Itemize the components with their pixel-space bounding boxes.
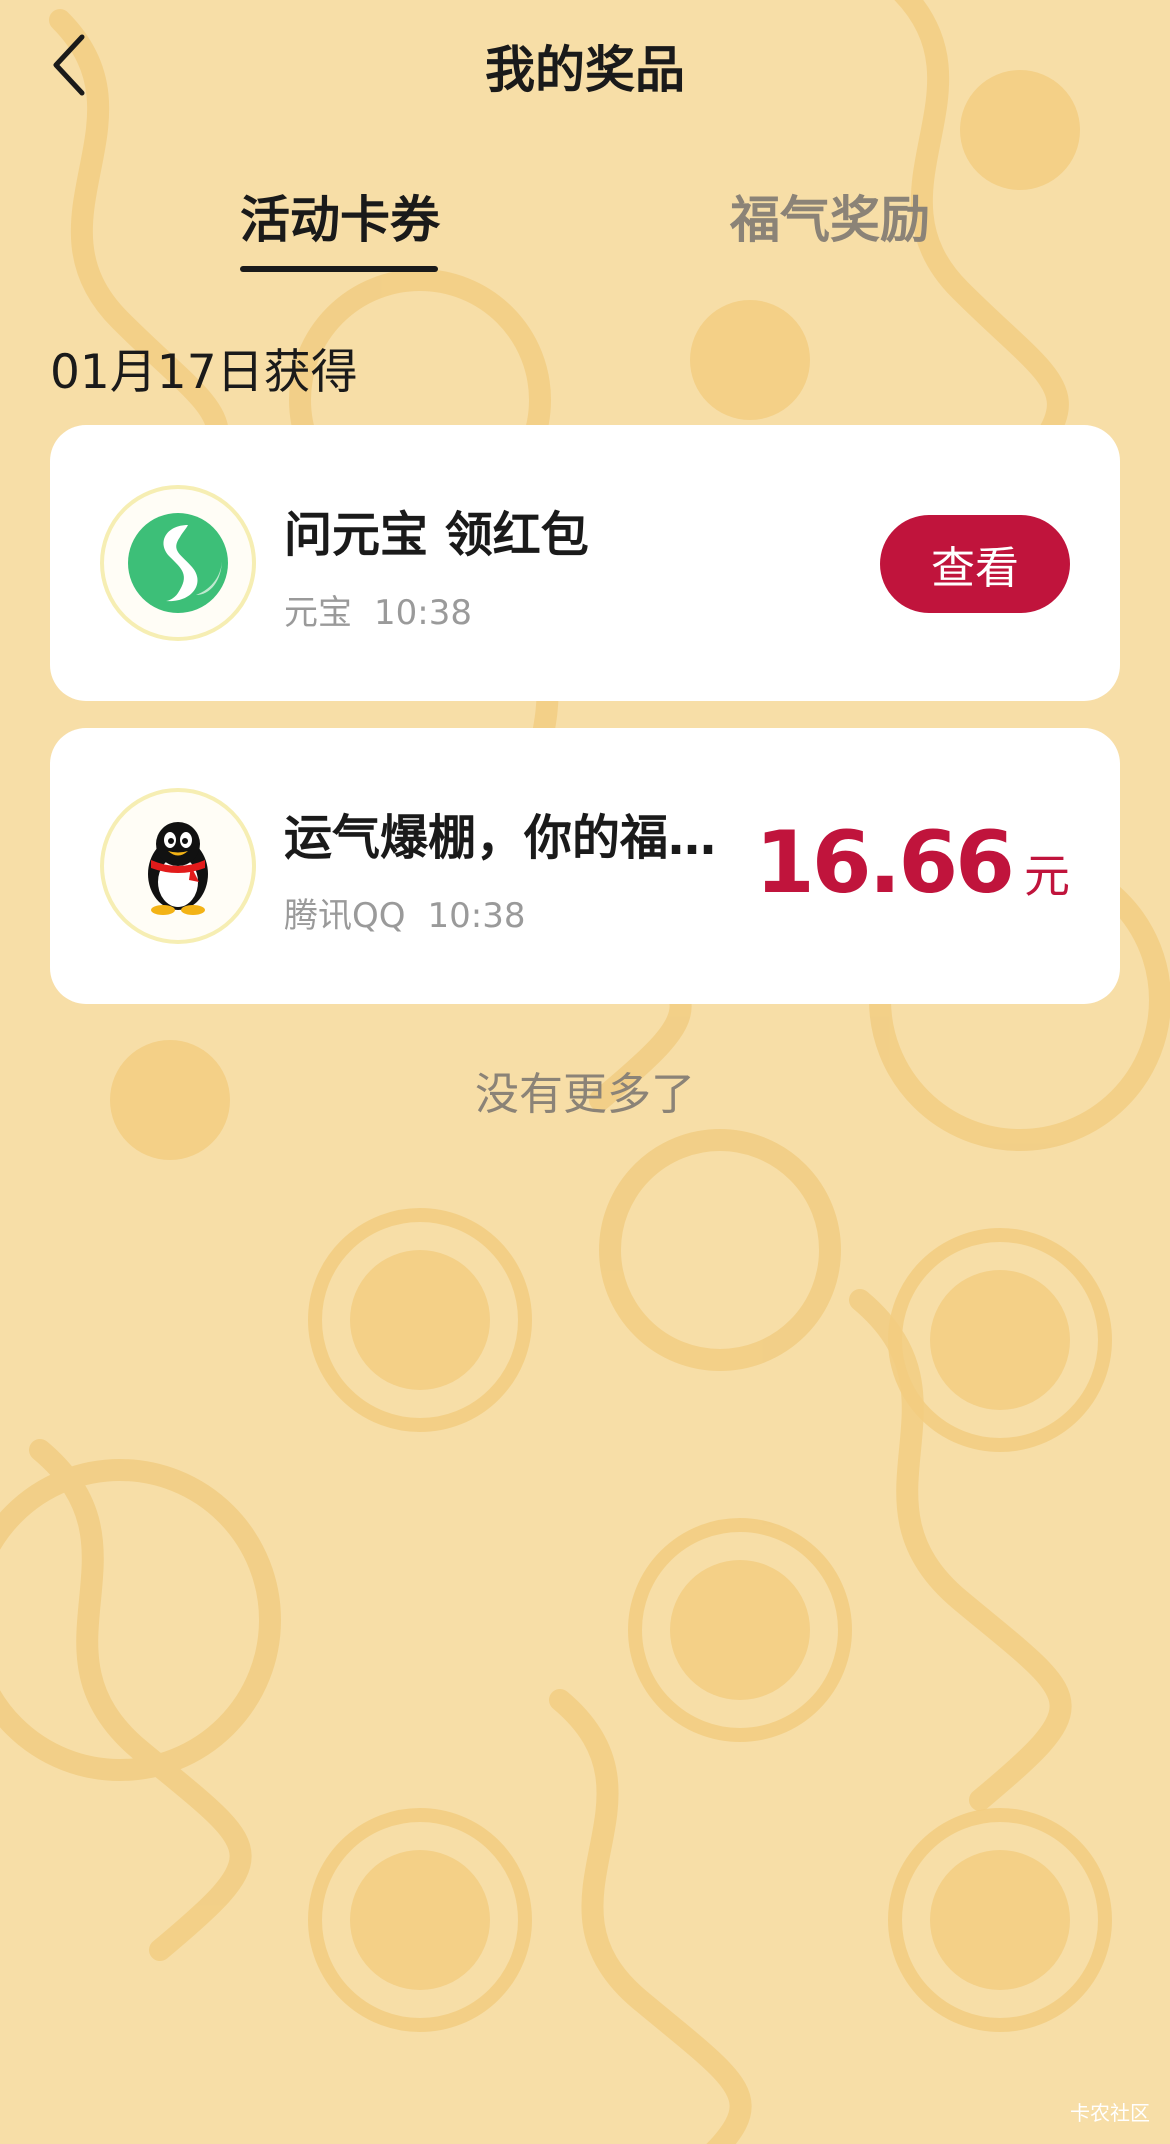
prize-title: 运气爆棚，你的福… [284, 810, 717, 866]
prize-card[interactable]: 运气爆棚，你的福… 腾讯QQ 10:38 16.66 元 [50, 728, 1120, 1004]
view-button[interactable]: 查看 [880, 515, 1070, 613]
yuanbao-logo-icon [128, 513, 228, 613]
no-more-text: 没有更多了 [475, 1069, 695, 1120]
tab-bar: 活动卡券 福气奖励 [0, 180, 1170, 280]
tab-fortune-rewards[interactable]: 福气奖励 [730, 180, 930, 252]
watermark: 卡农社区 [1070, 2101, 1150, 2125]
active-tab-indicator [240, 266, 438, 272]
prize-card[interactable]: 问元宝 领红包 元宝 10:38 查看 [50, 425, 1120, 701]
amount-unit: 元 [1024, 849, 1070, 903]
prize-time: 10:38 [427, 896, 526, 936]
amount-value: 16.66 [754, 813, 1015, 913]
date-section-label: 01月17日获得 [50, 345, 358, 400]
prize-source: 腾讯QQ [284, 896, 406, 936]
prize-avatar [100, 788, 256, 944]
qq-penguin-icon [148, 822, 208, 915]
tab-activity-coupons[interactable]: 活动卡券 [240, 180, 440, 252]
prize-meta: 元宝 10:38 [284, 585, 472, 634]
page-title: 我的奖品 [485, 41, 685, 99]
header: 我的奖品 [0, 0, 1170, 130]
prize-amount: 16.66 元 [755, 813, 1070, 913]
prize-time: 10:38 [374, 593, 472, 633]
prize-title: 问元宝 领红包 [284, 507, 589, 563]
prize-source: 元宝 [284, 593, 352, 633]
prize-avatar [100, 485, 256, 641]
prize-meta: 腾讯QQ 10:38 [284, 888, 526, 937]
